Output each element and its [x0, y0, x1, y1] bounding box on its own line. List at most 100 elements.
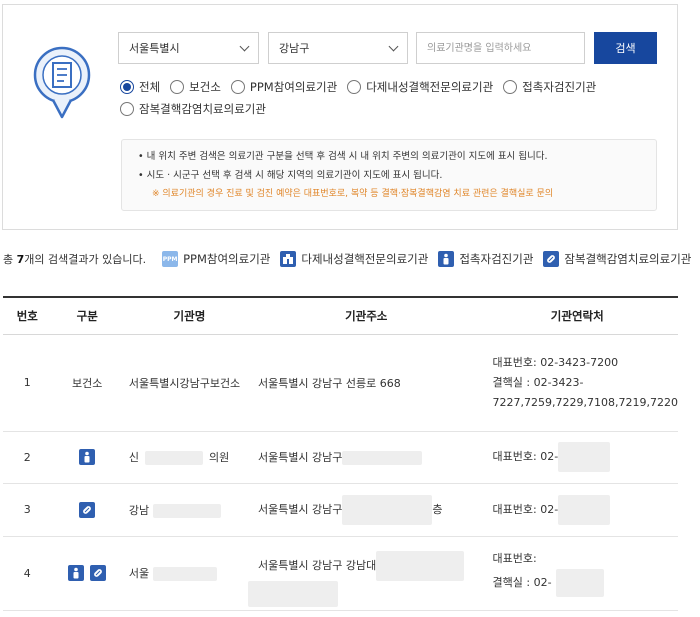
row-category	[51, 536, 123, 611]
region-select[interactable]: 서울특별시	[118, 32, 259, 64]
contact-tb-room-ext: 7227,7259,7229,7108,7219,7220	[492, 395, 678, 409]
filter-label: 다제내성결핵전문의료기관	[366, 80, 494, 94]
notice-line: • 내 위치 주변 검색은 의료기관 구분을 선택 후 검색 시 내 위치 주변…	[138, 151, 548, 162]
filter-health-center[interactable]: 보건소	[170, 79, 221, 95]
search-button[interactable]: 검색	[594, 32, 657, 64]
radio-icon	[503, 80, 518, 94]
ppm-icon: PPM	[162, 251, 179, 267]
radio-icon	[347, 80, 362, 94]
header-contact: 기관연락처	[476, 296, 678, 335]
filter-mdr-tb[interactable]: 다제내성결핵전문의료기관	[347, 79, 493, 95]
person-icon	[79, 449, 96, 465]
name-visible-start: 신	[128, 451, 139, 464]
filter-latent-tb[interactable]: 잠복결핵감염치료의료기관	[120, 101, 266, 117]
redacted-block	[144, 451, 203, 465]
radio-selected-icon	[120, 80, 134, 94]
legend-label: 접촉자검진기관	[459, 252, 534, 266]
redacted-block	[558, 442, 611, 472]
redacted-block	[342, 494, 433, 525]
search-panel: 서울특별시 강남구 검색 전체 보건소 PPM참여의료기관 다제내성결핵전문의료…	[2, 4, 678, 230]
row-number: 4	[3, 536, 52, 611]
notice-box: • 내 위치 주변 검색은 의료기관 구분을 선택 후 검색 시 내 위치 주변…	[121, 139, 657, 211]
row-address: 서울특별시 강남구 층	[255, 483, 477, 537]
row-contact: 대표번호: 결핵실 : 02-	[476, 536, 678, 611]
pill-icon	[543, 251, 560, 267]
contact-tb-room: 결핵실 : 02-3423-	[492, 375, 584, 389]
legend-ppm: PPM PPM참여의료기관	[162, 251, 270, 267]
legend-mdr-tb: 다제내성결핵전문의료기관	[280, 251, 428, 267]
legend-label: 잠복결핵감염치료의료기관	[564, 252, 692, 266]
address-visible-end: 층	[432, 502, 443, 516]
table-row[interactable]: 1 보건소 서울특별시강남구보건소 서울특별시 강남구 선릉로 668 대표번호…	[3, 334, 678, 432]
hospital-search-icon	[33, 46, 91, 119]
result-table: 번호 구분 기관명 기관주소 기관연락처 1 보건소 서울특별시강남구보건소 서…	[3, 296, 678, 611]
address-visible: 서울특별시 강남구	[257, 451, 343, 464]
contact-main: 대표번호: 02-	[492, 450, 559, 463]
contact-main: 대표번호: 02-3423-7200	[492, 355, 619, 369]
header-category: 구분	[51, 296, 123, 335]
filter-label: 보건소	[189, 80, 221, 94]
filter-label: PPM참여의료기관	[249, 80, 338, 94]
address-visible: 서울특별시 강남구	[257, 502, 343, 516]
redacted-block	[342, 451, 423, 465]
legend-label: 다제내성결핵전문의료기관	[301, 252, 429, 266]
table-row[interactable]: 4 서울 서울특별시 강남구 강남대 대표번호: 결핵실 : 02-	[3, 536, 678, 611]
header-address: 기관주소	[255, 296, 477, 335]
row-address: 서울특별시 강남구 강남대	[247, 536, 477, 611]
redacted-block	[153, 567, 218, 581]
filter-label: 잠복결핵감염치료의료기관	[139, 102, 266, 116]
row-institution-name: 신 의원	[122, 431, 256, 484]
filter-contact-screening[interactable]: 접촉자검진기관	[503, 79, 596, 95]
filter-label: 전체	[139, 80, 161, 94]
radio-icon	[230, 80, 245, 94]
radio-icon	[170, 80, 185, 94]
district-select-value: 강남구	[279, 42, 310, 55]
person-icon	[438, 251, 455, 267]
result-prefix: 총	[3, 253, 17, 266]
filter-all[interactable]: 전체	[120, 79, 160, 95]
redacted-block	[555, 569, 604, 597]
row-category	[51, 483, 123, 537]
contact-main: 대표번호:	[492, 552, 537, 565]
redacted-block	[376, 551, 465, 581]
name-visible-end: 의원	[208, 451, 230, 464]
legend-latent-tb: 잠복결핵감염치료의료기관	[543, 251, 691, 267]
result-suffix: 개의 검색결과가 있습니다.	[24, 253, 147, 266]
redacted-block	[153, 503, 222, 518]
name-visible-start: 서울	[128, 567, 150, 580]
redacted-block	[247, 580, 338, 607]
legend-contact: 접촉자검진기관	[438, 251, 533, 267]
notice-text: 시도 · 시군구 선택 후 검색 시 해당 지역의 의료기관이 지도에 표시 됩…	[146, 170, 443, 181]
pill-icon	[79, 501, 96, 518]
row-institution-name: 서울	[122, 536, 256, 611]
district-select[interactable]: 강남구	[268, 32, 408, 64]
row-institution-name: 서울특별시강남구보건소	[122, 334, 256, 432]
row-category	[51, 431, 123, 484]
header-name: 기관명	[122, 296, 256, 335]
row-address: 서울특별시 강남구 선릉로 668	[255, 334, 477, 432]
filter-ppm[interactable]: PPM참여의료기관	[230, 79, 338, 95]
legend-label: PPM참여의료기관	[183, 252, 271, 266]
row-number: 3	[3, 483, 52, 537]
row-institution-name: 강남	[122, 483, 256, 537]
name-visible-start: 강남	[128, 503, 150, 517]
category-filter-group: 전체 보건소 PPM참여의료기관 다제내성결핵전문의료기관 접촉자검진기관 잠복…	[120, 79, 665, 117]
institution-name-input[interactable]	[416, 32, 585, 64]
chevron-down-icon	[388, 41, 399, 51]
table-row[interactable]: 2 신 의원 서울특별시 강남구 대표번호: 02-	[3, 431, 678, 484]
row-number: 2	[3, 431, 52, 484]
result-bar: 총 7개의 검색결과가 있습니다. PPM PPM참여의료기관 다제내성결핵전문…	[3, 248, 700, 270]
row-address: 서울특별시 강남구	[255, 431, 477, 484]
contact-main: 대표번호: 02-	[492, 502, 559, 516]
person-icon	[68, 565, 85, 581]
table-header-row: 번호 구분 기관명 기관주소 기관연락처	[3, 296, 678, 335]
notice-line: • 시도 · 시군구 선택 후 검색 시 해당 지역의 의료기관이 지도에 표시…	[138, 170, 443, 181]
hospital-icon	[280, 251, 297, 267]
header-no: 번호	[3, 296, 52, 335]
address-visible: 서울특별시 강남구 강남대	[257, 559, 377, 572]
chevron-down-icon	[239, 41, 250, 51]
result-count: 총 7개의 검색결과가 있습니다.	[3, 251, 146, 267]
filter-label: 접촉자검진기관	[522, 80, 597, 94]
table-row[interactable]: 3 강남 서울특별시 강남구 층 대표번호: 02-	[3, 483, 678, 537]
region-select-value: 서울특별시	[129, 42, 180, 55]
